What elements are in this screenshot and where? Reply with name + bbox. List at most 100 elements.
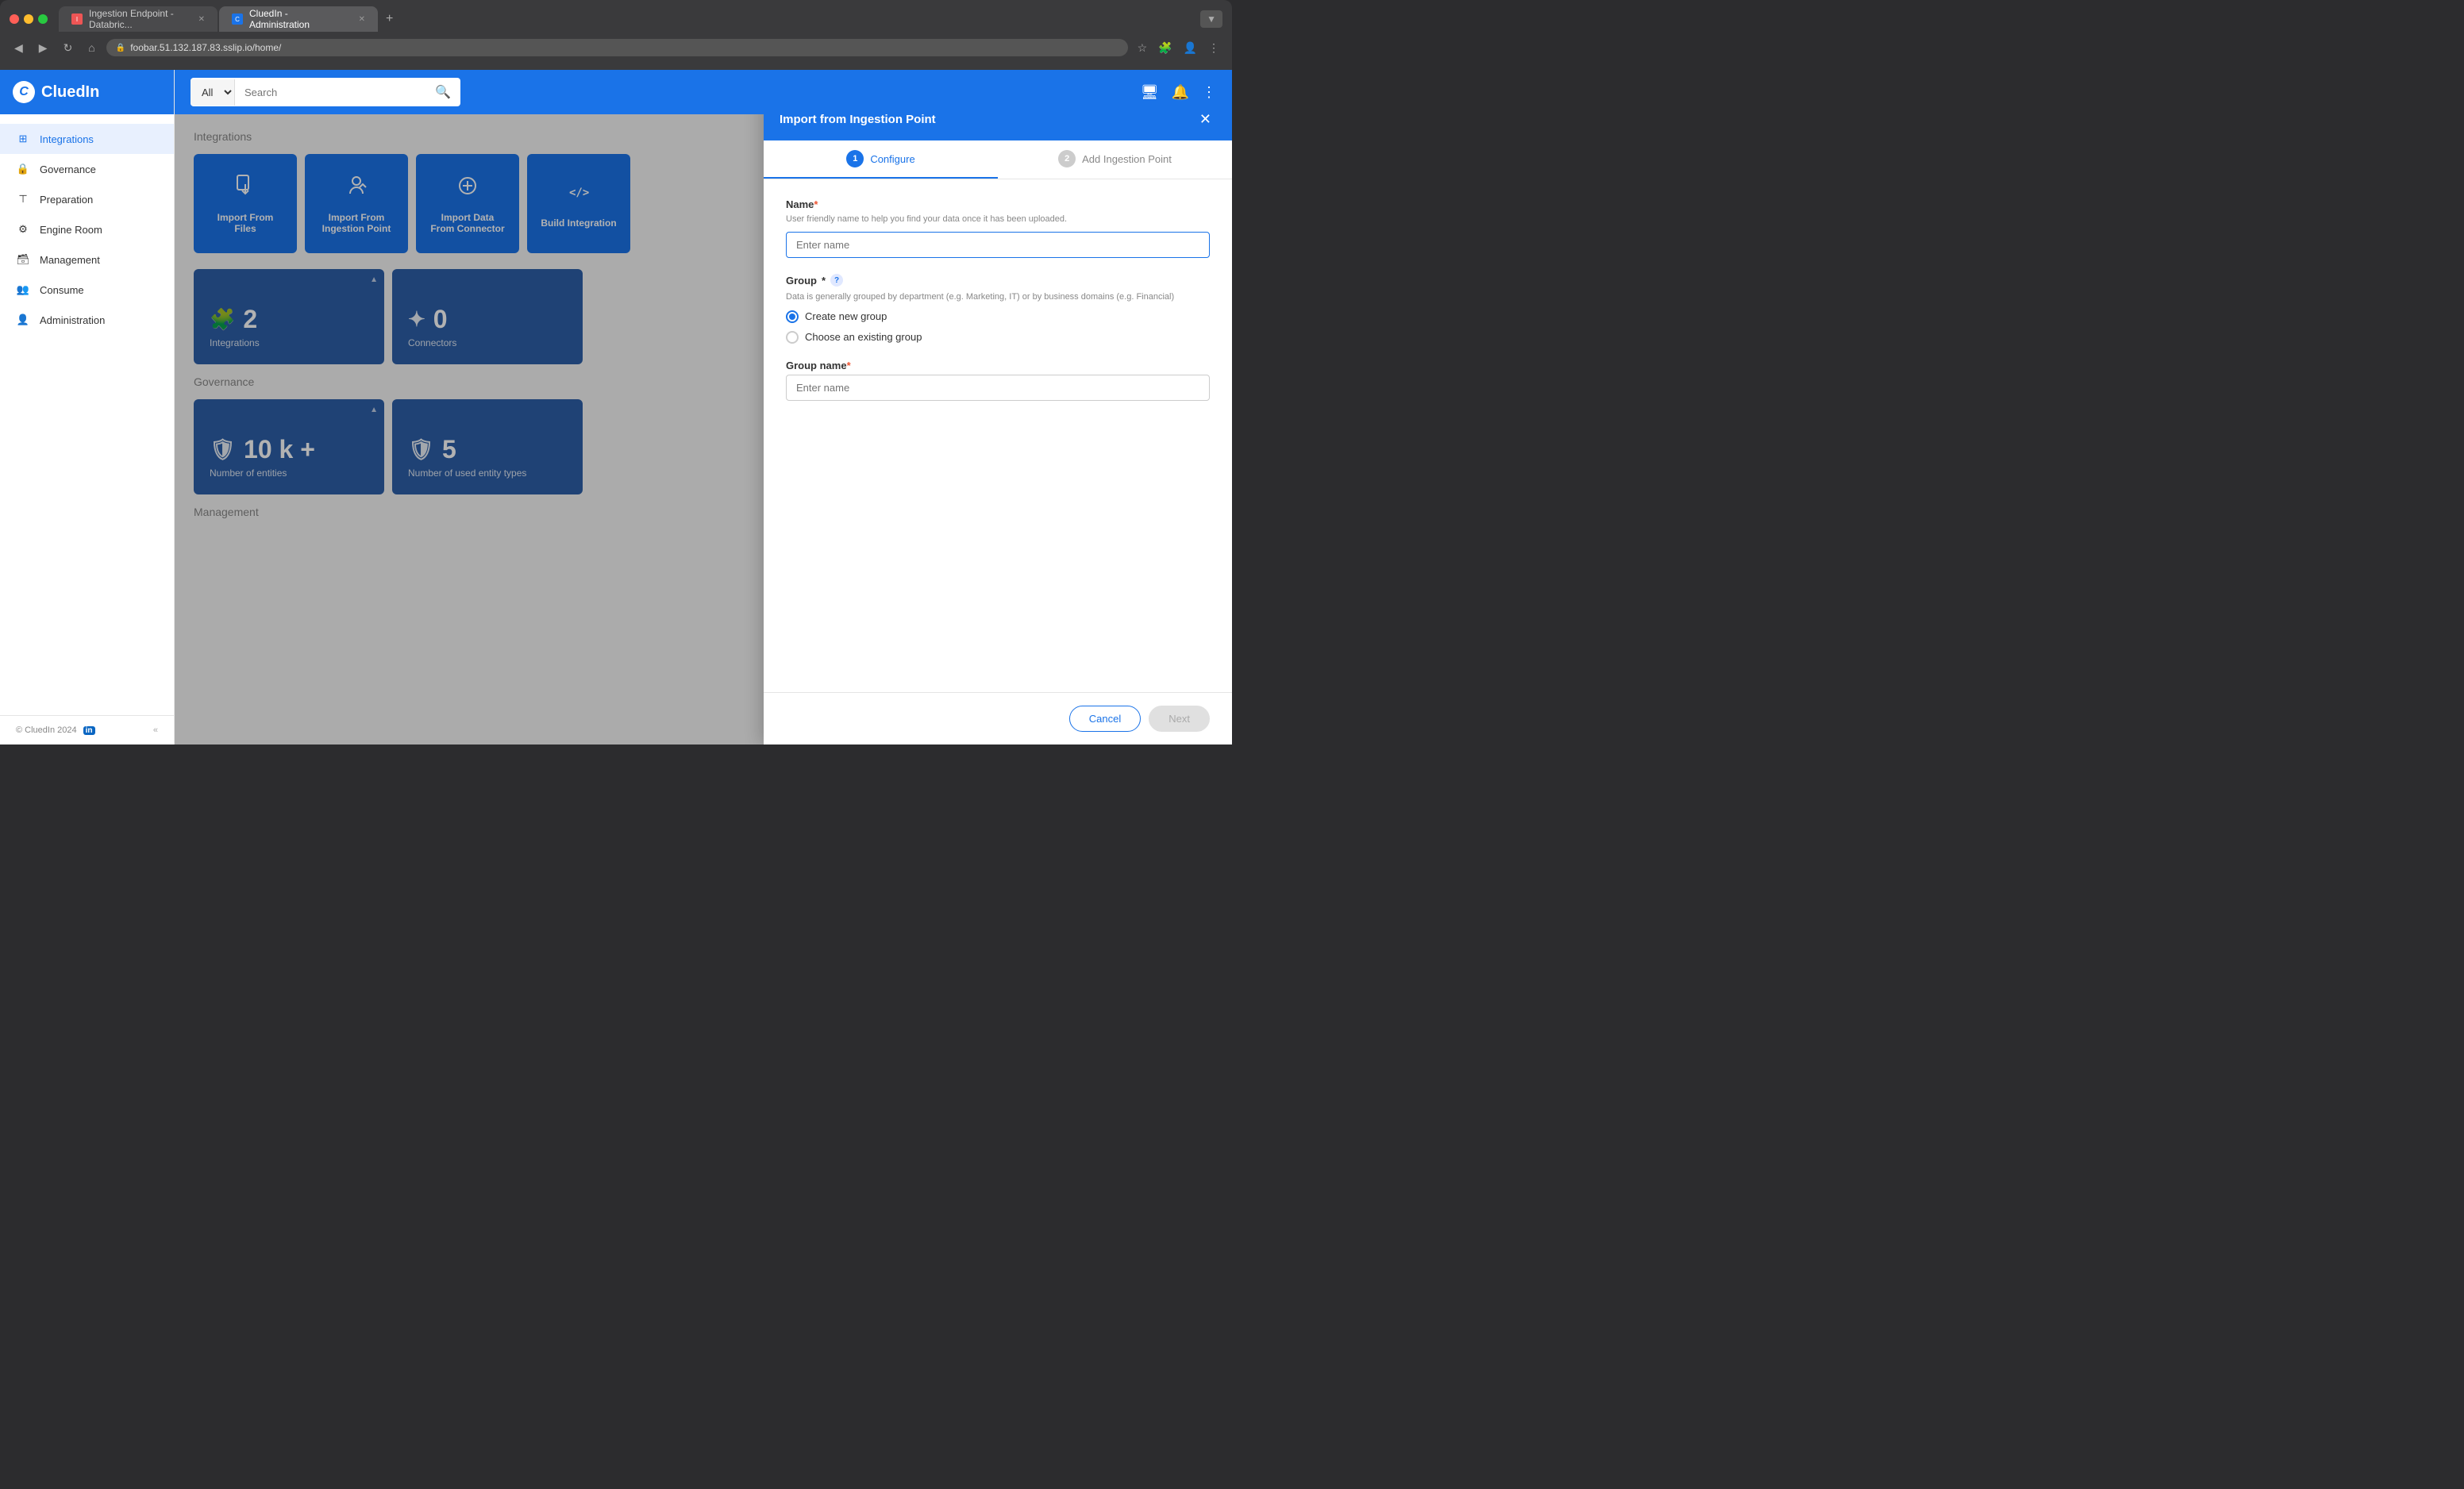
- group-required-star: *: [822, 275, 826, 287]
- panel-steps: 1 Configure 2 Add Ingestion Point: [764, 140, 1232, 179]
- tab-label-2: CluedIn - Administration: [249, 8, 349, 30]
- sidebar-item-management[interactable]: 🗃 Management: [0, 244, 174, 275]
- name-required-star: *: [814, 198, 818, 210]
- consume-icon: 👥: [16, 283, 30, 297]
- monitor-icon[interactable]: 🖥: [1141, 84, 1159, 101]
- browser-tab-1[interactable]: I Ingestion Endpoint - Databric... ✕: [59, 6, 218, 32]
- bookmark-star-icon[interactable]: ☆: [1134, 38, 1151, 58]
- collapse-icon[interactable]: «: [153, 725, 158, 735]
- group-name-form-group: Group name*: [786, 360, 1210, 401]
- radio-choose-existing-group[interactable]: Choose an existing group: [786, 331, 1210, 344]
- tab-dropdown-button[interactable]: ▼: [1200, 10, 1222, 28]
- browser-tab-2[interactable]: C CluedIn - Administration ✕: [219, 6, 378, 32]
- management-icon: 🗃: [16, 252, 30, 267]
- search-button[interactable]: 🔍: [425, 78, 460, 106]
- step-label-add-ingestion: Add Ingestion Point: [1082, 153, 1172, 165]
- app-logo: C CluedIn: [13, 81, 99, 103]
- topbar-icons: 🖥 🔔 ⋮: [1141, 84, 1216, 101]
- name-hint: User friendly name to help you find your…: [786, 214, 1210, 225]
- ingestion-panel: Import from Ingestion Point ✕ 1 Configur…: [764, 114, 1232, 744]
- step-label-configure: Configure: [870, 153, 914, 165]
- new-tab-button[interactable]: +: [379, 12, 399, 26]
- integrations-icon: ⊞: [16, 132, 30, 146]
- sidebar-header: C CluedIn: [0, 70, 174, 114]
- sidebar-item-label-engineroom: Engine Room: [40, 224, 102, 236]
- sidebar-item-label-preparation: Preparation: [40, 194, 93, 206]
- forward-button[interactable]: ▶: [34, 38, 52, 58]
- search-input[interactable]: [235, 80, 425, 105]
- copyright-text: © CluedIn 2024: [16, 725, 77, 735]
- step-add-ingestion[interactable]: 2 Add Ingestion Point: [998, 140, 1232, 179]
- step-number-2: 2: [1058, 150, 1076, 167]
- governance-icon: 🔒: [16, 162, 30, 176]
- traffic-light-yellow[interactable]: [24, 14, 33, 24]
- sidebar-nav: ⊞ Integrations 🔒 Governance ⊤ Preparatio…: [0, 114, 174, 715]
- group-name-label: Group name*: [786, 360, 1210, 371]
- radio-create-new-label: Create new group: [805, 310, 887, 322]
- topbar: All 🔍 🖥 🔔 ⋮: [175, 70, 1232, 114]
- search-type-select[interactable]: All: [191, 79, 235, 106]
- tab-close-1[interactable]: ✕: [198, 15, 205, 24]
- panel-body: Name* User friendly name to help you fin…: [764, 179, 1232, 692]
- admin-icon: 👤: [16, 313, 30, 327]
- home-button[interactable]: ⌂: [83, 38, 99, 57]
- name-label: Name*: [786, 198, 1210, 210]
- name-form-group: Name* User friendly name to help you fin…: [786, 198, 1210, 258]
- topbar-more-icon[interactable]: ⋮: [1202, 84, 1216, 101]
- traffic-light-green[interactable]: [38, 14, 48, 24]
- group-name-required-star: *: [847, 360, 851, 371]
- group-label: Group* ?: [786, 274, 1210, 287]
- group-help-icon[interactable]: ?: [830, 274, 843, 287]
- radio-choose-existing-icon: [786, 331, 799, 344]
- address-lock-icon: 🔒: [116, 44, 125, 52]
- tab-favicon-2: C: [232, 13, 243, 25]
- sidebar-item-engineroom[interactable]: ⚙ Engine Room: [0, 214, 174, 244]
- sidebar-item-label-integrations: Integrations: [40, 133, 94, 145]
- panel-footer: Cancel Next: [764, 692, 1232, 744]
- group-form-group: Group* ? Data is generally grouped by de…: [786, 274, 1210, 343]
- radio-choose-existing-label: Choose an existing group: [805, 331, 922, 343]
- sidebar-footer: © CluedIn 2024 in «: [0, 715, 174, 744]
- radio-create-new-icon: [786, 310, 799, 323]
- sidebar-item-label-consume: Consume: [40, 284, 84, 296]
- sidebar: C CluedIn ⊞ Integrations 🔒 Governance ⊤ …: [0, 70, 175, 744]
- group-name-input[interactable]: [786, 375, 1210, 401]
- group-radio-group: Create new group Choose an existing grou…: [786, 310, 1210, 344]
- browser-menu-icon[interactable]: ⋮: [1205, 38, 1222, 58]
- address-text: foobar.51.132.187.83.sslip.io/home/: [130, 42, 1118, 53]
- back-button[interactable]: ◀: [10, 38, 28, 58]
- profile-icon[interactable]: 👤: [1180, 38, 1200, 58]
- name-input[interactable]: [786, 232, 1210, 258]
- sidebar-item-preparation[interactable]: ⊤ Preparation: [0, 184, 174, 214]
- panel-close-button[interactable]: ✕: [1195, 114, 1216, 129]
- sidebar-item-consume[interactable]: 👥 Consume: [0, 275, 174, 305]
- sidebar-item-governance[interactable]: 🔒 Governance: [0, 154, 174, 184]
- logo-letter: C: [19, 85, 29, 99]
- next-button[interactable]: Next: [1149, 706, 1210, 732]
- traffic-light-red[interactable]: [10, 14, 19, 24]
- group-hint: Data is generally grouped by department …: [786, 291, 1210, 303]
- sidebar-item-label-management: Management: [40, 254, 100, 266]
- extensions-icon[interactable]: 🧩: [1155, 38, 1175, 58]
- address-bar[interactable]: 🔒 foobar.51.132.187.83.sslip.io/home/: [106, 39, 1128, 56]
- sidebar-item-integrations[interactable]: ⊞ Integrations: [0, 124, 174, 154]
- search-container: All 🔍: [191, 78, 460, 106]
- refresh-button[interactable]: ↻: [59, 38, 78, 58]
- step-configure[interactable]: 1 Configure: [764, 140, 998, 179]
- cancel-button[interactable]: Cancel: [1069, 706, 1141, 732]
- logo-icon: C: [13, 81, 35, 103]
- tab-favicon-1: I: [71, 13, 83, 25]
- panel-title: Import from Ingestion Point: [780, 114, 936, 126]
- preparation-icon: ⊤: [16, 192, 30, 206]
- panel-header: Import from Ingestion Point ✕: [764, 114, 1232, 140]
- engine-icon: ⚙: [16, 222, 30, 237]
- bell-icon[interactable]: 🔔: [1172, 84, 1189, 101]
- linkedin-icon[interactable]: in: [83, 726, 95, 735]
- sidebar-item-label-admin: Administration: [40, 314, 105, 326]
- tab-close-2[interactable]: ✕: [359, 15, 365, 24]
- app-name: CluedIn: [41, 83, 99, 102]
- sidebar-item-administration[interactable]: 👤 Administration: [0, 305, 174, 335]
- step-number-1: 1: [846, 150, 864, 167]
- tab-label-1: Ingestion Endpoint - Databric...: [89, 8, 189, 30]
- radio-create-new-group[interactable]: Create new group: [786, 310, 1210, 323]
